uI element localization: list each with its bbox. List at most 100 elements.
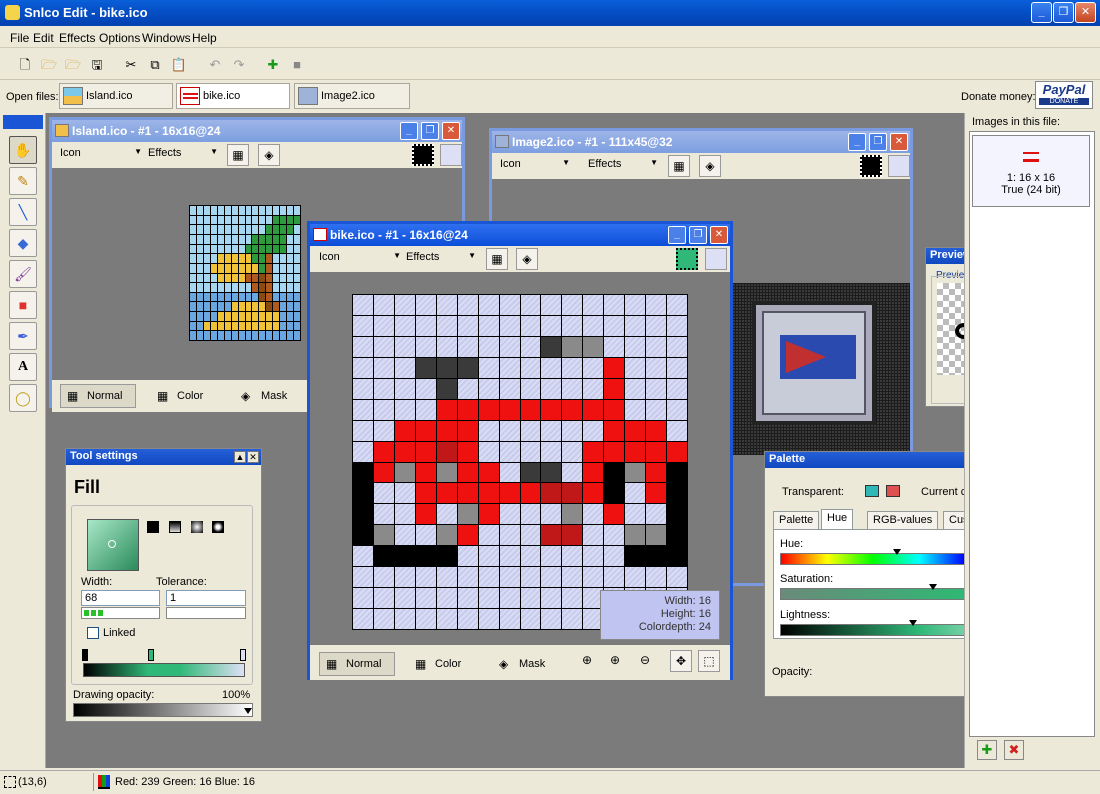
pixel-cell[interactable] <box>478 399 500 421</box>
pixel-cell[interactable] <box>583 546 605 568</box>
pixel-cell[interactable] <box>203 283 211 293</box>
pixel-cell[interactable] <box>436 525 458 547</box>
center-view-icon[interactable]: ✥ <box>670 650 692 672</box>
island-normal-mode[interactable]: ▦ Normal <box>60 384 136 408</box>
pixel-cell[interactable] <box>625 378 647 400</box>
pixel-cell[interactable] <box>478 483 500 505</box>
pixel-cell[interactable] <box>203 331 211 341</box>
pixel-cell[interactable] <box>583 378 605 400</box>
pixel-cell[interactable] <box>499 357 521 379</box>
pixel-cell[interactable] <box>478 504 500 526</box>
pixel-cell[interactable] <box>646 315 668 337</box>
pixel-cell[interactable] <box>604 462 626 484</box>
island-minimize-button[interactable]: _ <box>400 122 418 140</box>
pixel-cell[interactable] <box>373 567 395 589</box>
pixel-cell[interactable] <box>604 441 626 463</box>
line-tool[interactable]: ╲ <box>9 198 37 226</box>
pixel-cell[interactable] <box>294 273 301 284</box>
pixel-cell[interactable] <box>415 567 437 589</box>
fit-view-icon[interactable]: ⬚ <box>698 650 720 672</box>
pixel-cell[interactable] <box>196 273 204 284</box>
open-folder-icon[interactable]: 🗁 <box>40 56 58 74</box>
pixel-cell[interactable] <box>280 263 288 274</box>
pixel-cell[interactable] <box>259 302 267 313</box>
pixel-cell[interactable] <box>499 315 521 337</box>
pixel-cell[interactable] <box>190 321 197 332</box>
pixel-cell[interactable] <box>541 357 563 379</box>
pixel-cell[interactable] <box>562 420 584 442</box>
save-icon[interactable]: 🖫 <box>88 56 106 74</box>
pixel-cell[interactable] <box>252 206 260 216</box>
pixel-cell[interactable] <box>231 283 239 293</box>
pixel-cell[interactable] <box>353 357 374 379</box>
pixel-cell[interactable] <box>259 206 267 216</box>
pixel-cell[interactable] <box>415 420 437 442</box>
pixel-cell[interactable] <box>604 378 626 400</box>
pixel-cell[interactable] <box>259 244 267 255</box>
pixel-cell[interactable] <box>196 302 204 313</box>
pixel-cell[interactable] <box>646 336 668 358</box>
file-tab-island[interactable]: Island.ico <box>59 83 173 109</box>
pixel-cell[interactable] <box>210 206 218 216</box>
pixel-cell[interactable] <box>583 420 605 442</box>
pixel-cell[interactable] <box>478 546 500 568</box>
pixel-cell[interactable] <box>266 331 274 341</box>
pixel-cell[interactable] <box>436 483 458 505</box>
pixel-cell[interactable] <box>394 420 416 442</box>
pixel-cell[interactable] <box>245 331 253 341</box>
pixel-cell[interactable] <box>190 263 197 274</box>
pixel-cell[interactable] <box>667 336 688 358</box>
pixel-cell[interactable] <box>562 295 584 316</box>
saturation-thumb[interactable] <box>928 584 937 590</box>
pixel-cell[interactable] <box>353 504 374 526</box>
pixel-cell[interactable] <box>203 302 211 313</box>
pixel-cell[interactable] <box>415 546 437 568</box>
pixel-cell[interactable] <box>520 504 542 526</box>
pixel-cell[interactable] <box>231 273 239 284</box>
image2-minimize-button[interactable]: _ <box>848 133 866 151</box>
pixel-cell[interactable] <box>646 462 668 484</box>
pixel-cell[interactable] <box>196 215 204 226</box>
pixel-cell[interactable] <box>224 292 232 303</box>
pixel-cell[interactable] <box>203 321 211 332</box>
image2-fg-color[interactable] <box>860 155 882 177</box>
pixel-cell[interactable] <box>646 546 668 568</box>
pixel-cell[interactable] <box>203 312 211 322</box>
pixel-cell[interactable] <box>457 504 479 526</box>
pixel-cell[interactable] <box>238 292 246 303</box>
gradient-stop-start-icon[interactable] <box>82 649 88 661</box>
minimize-button[interactable]: _ <box>1031 2 1052 23</box>
pixel-cell[interactable] <box>415 336 437 358</box>
pixel-cell[interactable] <box>646 504 668 526</box>
pixel-cell[interactable] <box>373 441 395 463</box>
pixel-cell[interactable] <box>520 441 542 463</box>
pixel-cell[interactable] <box>273 254 281 264</box>
pixel-cell[interactable] <box>373 399 395 421</box>
pixel-cell[interactable] <box>266 244 274 255</box>
pixel-cell[interactable] <box>210 292 218 303</box>
pixel-cell[interactable] <box>415 483 437 505</box>
drawing-opacity-slider[interactable] <box>73 703 253 717</box>
pixel-cell[interactable] <box>373 378 395 400</box>
pixel-cell[interactable] <box>457 483 479 505</box>
pixel-cell[interactable] <box>373 504 395 526</box>
pixel-cell[interactable] <box>252 283 260 293</box>
pixel-cell[interactable] <box>252 273 260 284</box>
pixel-cell[interactable] <box>224 263 232 274</box>
pixel-cell[interactable] <box>210 273 218 284</box>
pixel-cell[interactable] <box>478 567 500 589</box>
pixel-cell[interactable] <box>231 263 239 274</box>
pixel-cell[interactable] <box>373 546 395 568</box>
pixel-cell[interactable] <box>520 462 542 484</box>
pixel-cell[interactable] <box>625 336 647 358</box>
pixel-cell[interactable] <box>353 567 374 589</box>
pixel-cell[interactable] <box>287 254 295 264</box>
pixel-cell[interactable] <box>273 244 281 255</box>
pixel-cell[interactable] <box>353 399 374 421</box>
pixel-cell[interactable] <box>625 315 647 337</box>
pixel-cell[interactable] <box>457 441 479 463</box>
file-tab-bike[interactable]: bike.ico <box>176 83 290 109</box>
pixel-cell[interactable] <box>478 462 500 484</box>
pixel-cell[interactable] <box>583 483 605 505</box>
pixel-cell[interactable] <box>259 225 267 235</box>
